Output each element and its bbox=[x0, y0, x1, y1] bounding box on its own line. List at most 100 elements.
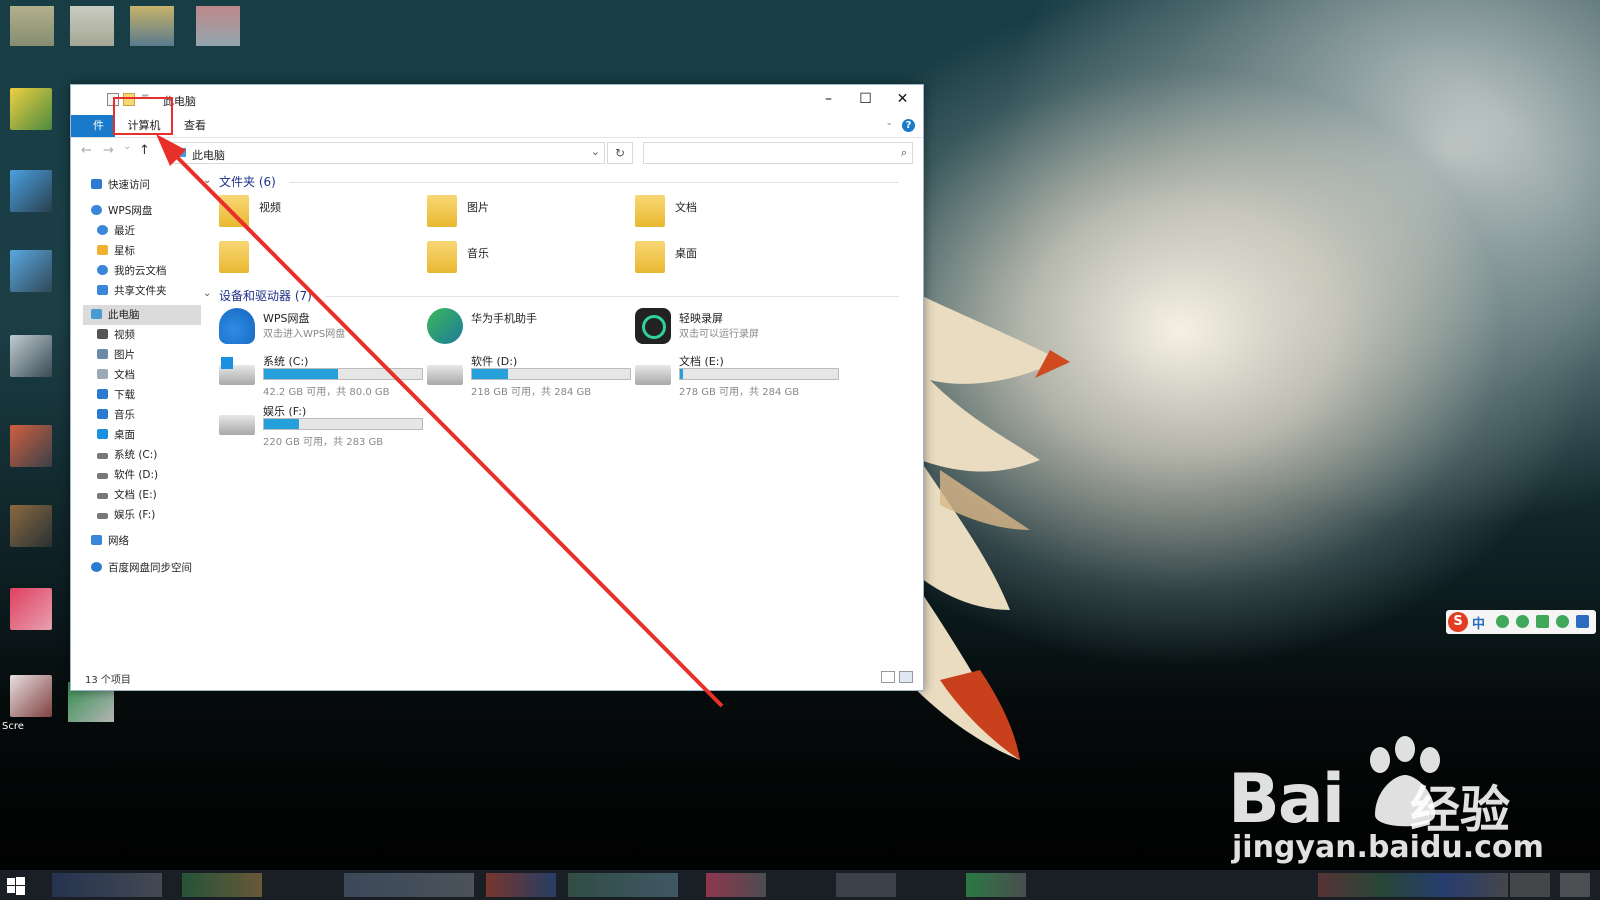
ime-mode[interactable]: 中 bbox=[1472, 613, 1485, 632]
folder-desktop[interactable]: 桌面 bbox=[635, 239, 835, 279]
desktop-shortcut-icon[interactable] bbox=[130, 6, 174, 46]
sidebar-item-shared-folder[interactable]: 共享文件夹 bbox=[97, 281, 167, 301]
folder-videos[interactable]: 视频 bbox=[219, 193, 419, 233]
sidebar-item-documents[interactable]: 文档 bbox=[97, 365, 135, 385]
sidebar-item-this-pc[interactable]: 此电脑 bbox=[91, 305, 140, 325]
desktop-shortcut-icon[interactable] bbox=[70, 6, 114, 46]
devices-group-header[interactable]: 设备和驱动器 (7) bbox=[219, 287, 312, 304]
folder-music[interactable]: 音乐 bbox=[427, 239, 627, 279]
drive-c[interactable]: 系统 (C:) 42.2 GB 可用，共 80.0 GB bbox=[219, 353, 429, 399]
desktop-shortcut-icon[interactable] bbox=[10, 170, 52, 212]
maximize-button[interactable]: ☐ bbox=[847, 85, 884, 113]
folder-downloads[interactable] bbox=[219, 239, 419, 279]
tools-icon[interactable] bbox=[1556, 615, 1569, 628]
tab-view[interactable]: 查看 bbox=[174, 115, 216, 137]
keyboard-icon[interactable] bbox=[1536, 615, 1549, 628]
app-huawei-assistant[interactable]: 华为手机助手 bbox=[427, 308, 627, 348]
folder-documents[interactable]: 文档 bbox=[635, 193, 835, 233]
drive-d[interactable]: 软件 (D:) 218 GB 可用，共 284 GB bbox=[427, 353, 637, 399]
menu-grid-icon[interactable] bbox=[1576, 615, 1589, 628]
drive-icon bbox=[635, 365, 671, 385]
recent-locations-icon[interactable]: ⌄ bbox=[123, 141, 131, 152]
close-button[interactable]: ✕ bbox=[884, 85, 921, 113]
share-icon bbox=[97, 285, 108, 295]
taskbar-app-icon[interactable] bbox=[706, 873, 766, 897]
large-icons-view-icon[interactable] bbox=[899, 671, 913, 683]
tab-file[interactable]: 件 bbox=[71, 115, 115, 137]
chevron-down-icon[interactable]: ⌄ bbox=[203, 288, 211, 299]
ribbon-expand-icon[interactable]: ⌄ bbox=[885, 118, 893, 128]
folder-label: 桌面 bbox=[675, 247, 697, 260]
back-button[interactable]: ← bbox=[81, 143, 92, 158]
sidebar-item-drive-e[interactable]: 文档 (E:) bbox=[97, 485, 157, 505]
ime-toolbar[interactable]: S 中 bbox=[1446, 610, 1596, 634]
taskbar-app-icon[interactable] bbox=[182, 873, 262, 897]
address-dropdown-icon[interactable]: ⌄ bbox=[591, 145, 600, 158]
desktop-shortcut-icon[interactable] bbox=[10, 588, 52, 630]
sogou-logo-icon[interactable]: S bbox=[1448, 612, 1468, 632]
desktop-shortcut-icon[interactable] bbox=[10, 505, 52, 547]
sidebar-item-label: 桌面 bbox=[114, 429, 135, 441]
desktop-shortcut-icon[interactable] bbox=[10, 88, 52, 130]
details-view-icon[interactable] bbox=[881, 671, 895, 683]
sidebar-item-downloads[interactable]: 下载 bbox=[97, 385, 135, 405]
drive-f[interactable]: 娱乐 (F:) 220 GB 可用，共 283 GB bbox=[219, 403, 429, 449]
sidebar-item-videos[interactable]: 视频 bbox=[97, 325, 135, 345]
cloud-icon bbox=[97, 265, 108, 275]
windows-start-icon[interactable] bbox=[6, 876, 26, 896]
app-wps-cloud[interactable]: WPS网盘 双击进入WPS网盘 bbox=[219, 308, 419, 348]
clock[interactable] bbox=[1510, 873, 1550, 897]
sidebar-item-music[interactable]: 音乐 bbox=[97, 405, 135, 425]
sidebar-item-starred[interactable]: 星标 bbox=[97, 241, 135, 261]
sidebar-item-network[interactable]: 网络 bbox=[91, 531, 129, 551]
folders-group-header[interactable]: 文件夹 (6) bbox=[219, 173, 276, 190]
app-screen-recorder[interactable]: 轻映录屏 双击可以运行录屏 bbox=[635, 308, 835, 348]
sidebar-item-drive-f[interactable]: 娱乐 (F:) bbox=[97, 505, 155, 525]
desktop-shortcut-icon[interactable] bbox=[196, 6, 240, 46]
folder-pictures[interactable]: 图片 bbox=[427, 193, 627, 233]
sidebar-item-baidu-sync[interactable]: 百度网盘同步空间 bbox=[91, 558, 192, 578]
search-input[interactable]: ⌕ bbox=[643, 142, 913, 164]
sidebar-item-recent[interactable]: 最近 bbox=[97, 221, 135, 241]
sidebar-item-quick-access[interactable]: 快速访问 bbox=[91, 175, 150, 195]
taskbar-app-icon[interactable] bbox=[344, 873, 474, 897]
sidebar-item-label: 视频 bbox=[114, 329, 135, 341]
title-bar[interactable]: = 此电脑 – ☐ ✕ bbox=[71, 85, 923, 113]
emoji-icon[interactable] bbox=[1516, 615, 1529, 628]
desktop-shortcut-icon[interactable] bbox=[10, 250, 52, 292]
taskbar-app-icon[interactable] bbox=[966, 873, 1026, 897]
desktop-shortcut-icon[interactable] bbox=[10, 425, 52, 467]
sidebar-item-pictures[interactable]: 图片 bbox=[97, 345, 135, 365]
minimize-button[interactable]: – bbox=[810, 85, 847, 113]
address-bar[interactable]: 此电脑 ⌄ bbox=[169, 142, 605, 164]
up-button[interactable]: ↑ bbox=[139, 143, 150, 158]
search-icon[interactable]: ⌕ bbox=[901, 146, 907, 160]
sidebar-item-drive-d[interactable]: 软件 (D:) bbox=[97, 465, 158, 485]
drive-name: 系统 (C:) bbox=[263, 355, 309, 368]
chevron-down-icon[interactable]: ⌄ bbox=[203, 175, 211, 186]
notification-center[interactable] bbox=[1560, 873, 1590, 897]
computer-icon bbox=[174, 148, 186, 157]
taskbar-app-icon[interactable] bbox=[836, 873, 896, 897]
help-icon[interactable]: ? bbox=[902, 119, 915, 132]
refresh-button[interactable]: ↻ bbox=[607, 142, 633, 164]
sidebar-item-drive-c[interactable]: 系统 (C:) bbox=[97, 445, 157, 465]
desktop-shortcut-icon[interactable] bbox=[10, 335, 52, 377]
desktop-shortcut-icon[interactable] bbox=[10, 675, 52, 717]
taskbar-app-icon[interactable] bbox=[52, 873, 162, 897]
sidebar-item-cloud-docs[interactable]: 我的云文档 bbox=[97, 261, 167, 281]
sidebar-item-label: 共享文件夹 bbox=[114, 285, 167, 297]
system-tray[interactable] bbox=[1318, 873, 1508, 897]
taskbar-app-icon[interactable] bbox=[486, 873, 556, 897]
ribbon-tabs: 件 计算机 查看 ⌄ ? bbox=[71, 113, 923, 138]
sidebar-item-desktop[interactable]: 桌面 bbox=[97, 425, 135, 445]
desktop-folder-icon bbox=[635, 241, 665, 273]
taskbar-app-icon[interactable] bbox=[568, 873, 678, 897]
sidebar-item-label: 图片 bbox=[114, 349, 135, 361]
forward-button[interactable]: → bbox=[103, 143, 114, 158]
desktop-shortcut-icon[interactable] bbox=[10, 6, 54, 46]
drive-e[interactable]: 文档 (E:) 278 GB 可用，共 284 GB bbox=[635, 353, 845, 399]
drive-icon bbox=[97, 513, 108, 519]
sidebar-item-wps-cloud[interactable]: WPS网盘 bbox=[91, 201, 152, 221]
punctuation-icon[interactable] bbox=[1496, 615, 1509, 628]
